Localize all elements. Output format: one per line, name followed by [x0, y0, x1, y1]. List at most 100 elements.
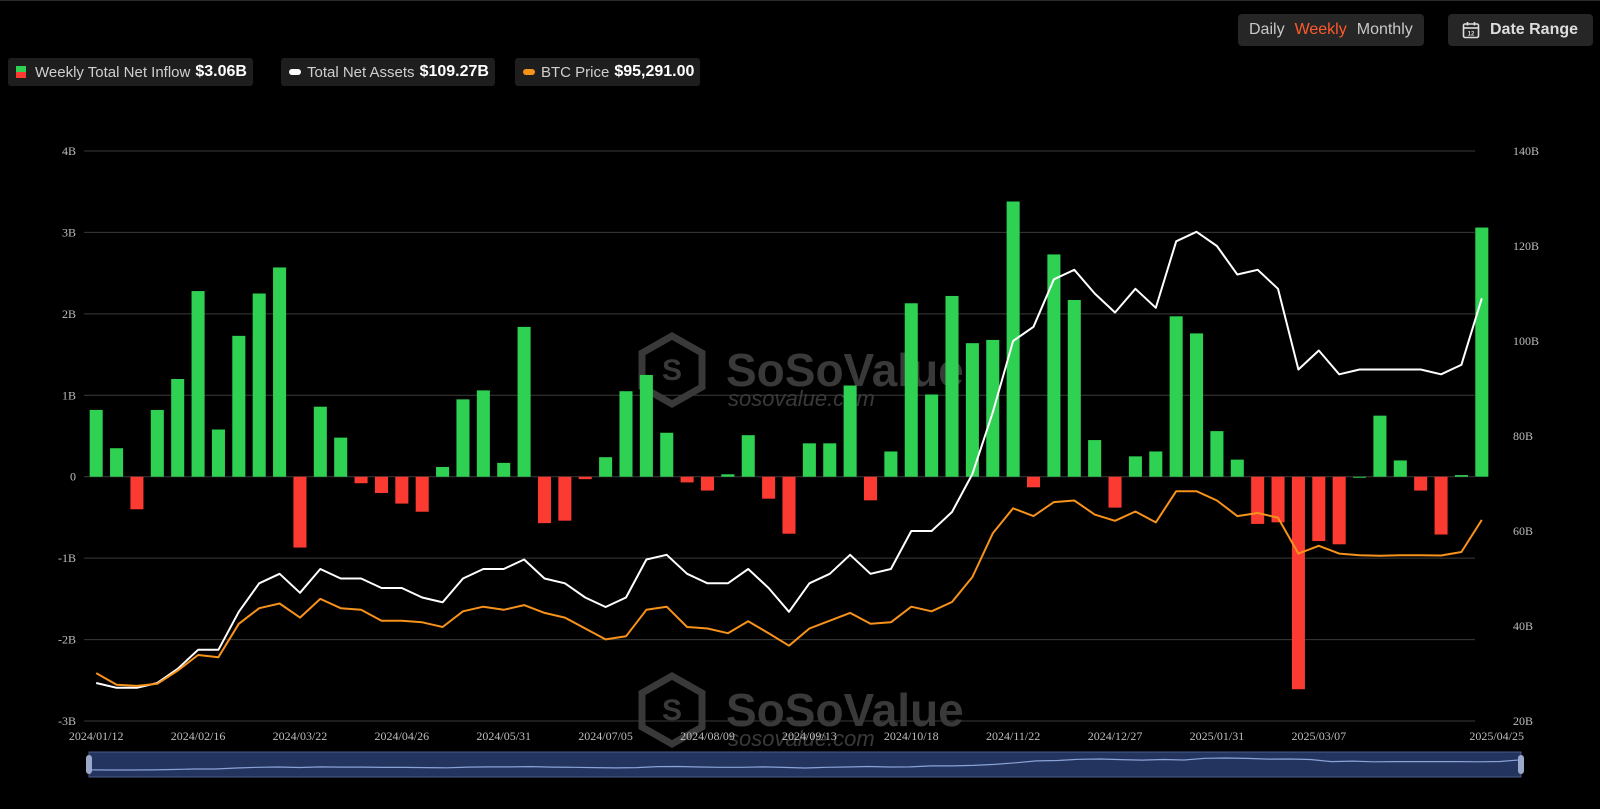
inflow-bar	[1353, 476, 1367, 478]
y-left-tick-label: 4B	[62, 144, 76, 158]
inflow-bar	[374, 476, 388, 493]
total-net-assets-line	[95, 230, 1483, 689]
inflow-bar	[1067, 300, 1081, 477]
inflow-bar	[1088, 440, 1102, 477]
svg-text:S: S	[662, 354, 682, 387]
x-tick-label: 2025/01/31	[1190, 729, 1245, 743]
x-tick-label: 2024/12/27	[1088, 729, 1143, 743]
x-tick-label: 2024/07/05	[578, 729, 633, 743]
inflow-bar	[171, 379, 185, 477]
inflow-bar	[334, 437, 348, 477]
inflow-bar	[232, 335, 246, 477]
inflow-bar	[802, 443, 816, 477]
inflow-bar	[1454, 475, 1468, 477]
inflow-bar	[1414, 476, 1428, 491]
inflow-bar	[660, 432, 674, 477]
range-slider[interactable]	[86, 751, 1524, 778]
y-left-tick-label: -1B	[58, 551, 76, 565]
y-right-tick-label: 100B	[1513, 334, 1539, 348]
inflow-bar	[578, 476, 592, 480]
x-tick-label: 2025/03/07	[1291, 729, 1346, 743]
inflow-bar	[1291, 476, 1305, 690]
y-right-tick-label: 60B	[1513, 524, 1533, 538]
y-left-tick-label: 0	[70, 470, 76, 484]
y-left-tick-label: 3B	[62, 225, 76, 239]
inflow-bar	[130, 476, 144, 510]
inflow-bar	[1190, 333, 1204, 477]
inflow-bar	[945, 295, 959, 477]
inflow-bar	[1128, 456, 1142, 477]
inflow-bar	[965, 343, 979, 477]
y-right-tick-label: 20B	[1513, 714, 1533, 728]
x-tick-label: 2025/04/25	[1469, 729, 1524, 743]
x-tick-label: 2024/01/12	[69, 729, 124, 743]
inflow-bar	[354, 476, 368, 484]
chart[interactable]: S SoSoValue sosovalue.com S SoSoValue so…	[0, 0, 1600, 809]
x-tick-label: 2024/10/18	[884, 729, 939, 743]
inflow-bar	[986, 339, 1000, 477]
x-tick-label: 2024/03/22	[273, 729, 328, 743]
inflow-bar	[721, 474, 735, 477]
inflow-bar	[700, 476, 715, 491]
slider-handle-right[interactable]	[1518, 755, 1524, 774]
y-left-tick-label: -3B	[58, 714, 76, 728]
inflow-bar	[599, 457, 613, 477]
inflow-bar	[762, 476, 776, 499]
inflow-bar	[782, 476, 796, 534]
y-right-tick-label: 80B	[1513, 429, 1533, 443]
inflow-bar	[741, 435, 755, 477]
x-tick-label: 2024/04/26	[375, 729, 430, 743]
inflow-bar	[110, 448, 124, 477]
inflow-bar	[1149, 451, 1163, 477]
inflow-bar	[843, 385, 857, 477]
inflow-bar	[456, 399, 470, 477]
inflow-bar	[823, 443, 837, 477]
inflow-bar	[1475, 227, 1489, 477]
inflow-bar	[1027, 476, 1041, 488]
inflow-bar	[1230, 459, 1244, 477]
y-right-tick-label: 120B	[1513, 239, 1539, 253]
inflow-bar	[252, 293, 266, 477]
inflow-bar	[395, 476, 409, 504]
inflow-bar	[619, 391, 633, 477]
grid	[84, 150, 1475, 722]
inflow-bar	[313, 406, 327, 477]
inflow-bar	[680, 476, 694, 483]
y-left-tick-label: -2B	[58, 633, 76, 647]
inflow-bar	[293, 476, 307, 548]
inflow-bar	[1169, 316, 1183, 477]
inflow-bar	[211, 429, 225, 477]
inflow-bar	[558, 476, 572, 521]
inflow-bar	[863, 476, 878, 501]
inflow-bar	[89, 409, 103, 477]
inflow-bar	[191, 291, 205, 477]
inflow-bar	[436, 466, 450, 477]
inflow-bar	[517, 326, 531, 477]
x-tick-label: 2024/02/16	[171, 729, 226, 743]
inflow-bar	[1251, 476, 1265, 524]
inflow-bar	[1312, 476, 1326, 542]
x-tick-label: 2024/11/22	[986, 729, 1040, 743]
x-tick-label: 2024/05/31	[476, 729, 531, 743]
y-left-tick-label: 2B	[62, 307, 76, 321]
y-left-tick-label: 1B	[62, 388, 76, 402]
slider-handle-left[interactable]	[86, 755, 92, 774]
inflow-bar	[639, 374, 653, 477]
inflow-bar	[884, 451, 898, 477]
inflow-bar	[150, 409, 164, 477]
y-right-tick-label: 40B	[1513, 619, 1533, 633]
inflow-bar	[497, 462, 511, 477]
inflow-bar	[1006, 201, 1020, 477]
inflow-bar	[904, 303, 918, 477]
inflow-bar	[1332, 476, 1346, 545]
svg-text:S: S	[662, 694, 682, 727]
inflow-bar	[476, 390, 490, 477]
slider-track	[88, 751, 1522, 778]
y-right-tick-label: 140B	[1513, 144, 1539, 158]
series-lines	[95, 230, 1483, 689]
inflow-bar	[1271, 476, 1285, 523]
inflow-bar	[537, 476, 551, 524]
inflow-bar	[1108, 476, 1122, 508]
inflow-bar	[415, 476, 429, 512]
inflow-bar	[1210, 431, 1224, 477]
